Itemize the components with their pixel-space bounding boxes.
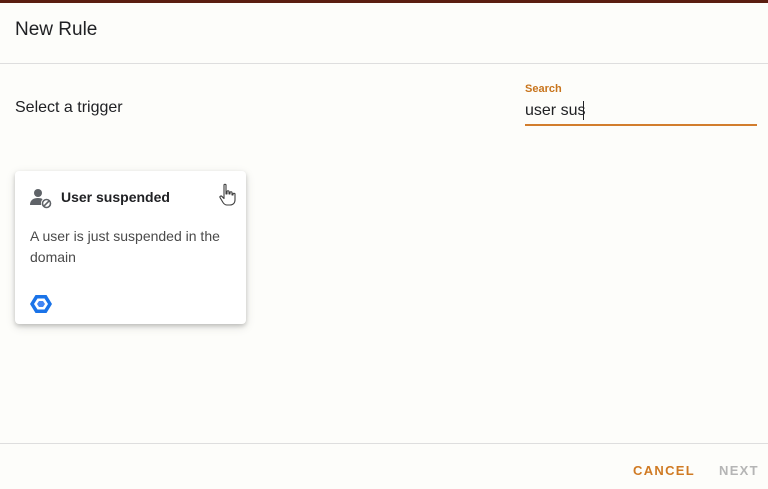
hand-pointer-cursor-icon (219, 183, 236, 206)
top-window-strip (0, 0, 768, 3)
search-field: Search (525, 83, 757, 127)
user-block-icon (30, 189, 52, 209)
google-cloud-hexagon-icon (30, 295, 52, 313)
select-trigger-label: Select a trigger (15, 99, 123, 116)
dialog-title: New Rule (15, 19, 98, 40)
search-input[interactable] (525, 100, 757, 122)
trigger-card-user-suspended[interactable]: User suspended A user is just suspended … (15, 171, 246, 324)
text-caret (583, 101, 584, 120)
cancel-button[interactable]: CANCEL (633, 463, 695, 478)
search-underline (525, 124, 757, 126)
trigger-card-description: A user is just suspended in the domain (30, 228, 220, 265)
trigger-card-title: User suspended (61, 189, 170, 205)
search-label: Search (525, 83, 562, 95)
header-divider (0, 63, 768, 64)
next-button[interactable]: NEXT (719, 463, 759, 478)
footer-divider (0, 443, 768, 444)
